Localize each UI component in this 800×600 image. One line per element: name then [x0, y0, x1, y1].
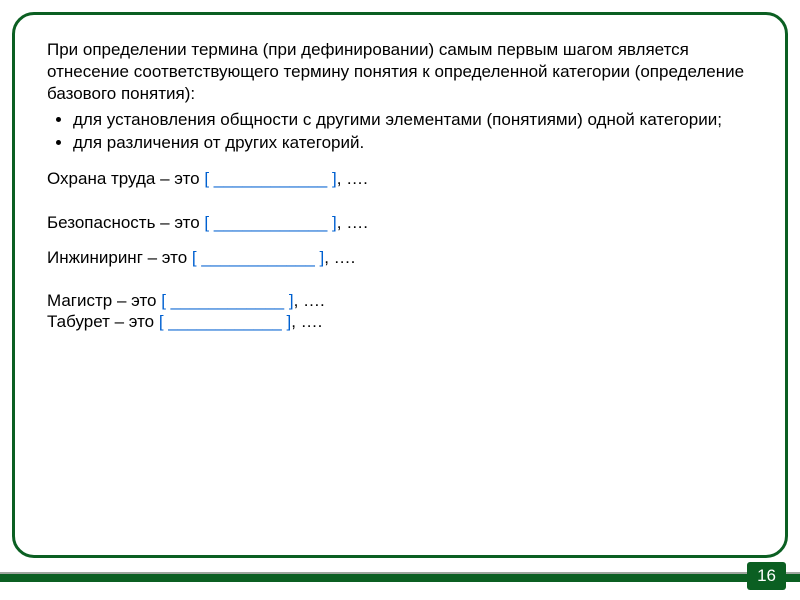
example-line-4: Магистр – это [ ____________ ], …. [47, 290, 357, 311]
example-line-3: Инжиниринг – это [ ____________ ], …. [47, 247, 753, 268]
bullet-item: для различения от других категорий. [73, 132, 753, 154]
example-label: Охрана труда – это [47, 169, 204, 188]
example-line-1: Охрана труда – это [ ____________ ], …. [47, 168, 753, 189]
example-line-5: Табурет – это [ ____________ ], …. [47, 311, 357, 332]
page-number: 16 [747, 562, 786, 590]
bullet-item: для установления общности с другими элем… [73, 109, 753, 131]
slide: При определении термина (при дефинирован… [0, 0, 800, 600]
example-label: Безопасность – это [47, 213, 204, 232]
footer-bar [0, 574, 800, 582]
example-tail: , …. [337, 213, 368, 232]
example-blank-bracket: [ ____________ ] [192, 248, 324, 267]
intro-paragraph: При определении термина (при дефинирован… [47, 39, 753, 105]
example-line-2: Безопасность – это [ ____________ ], …. [47, 212, 753, 233]
content-frame: При определении термина (при дефинирован… [12, 12, 788, 558]
example-label: Табурет – это [47, 312, 159, 331]
example-label: Магистр – это [47, 291, 161, 310]
example-tail: , …. [324, 248, 355, 267]
bullet-list: для установления общности с другими элем… [47, 109, 753, 154]
example-label: Инжиниринг – это [47, 248, 192, 267]
example-tail: , …. [294, 291, 325, 310]
example-blank-bracket: [ ____________ ] [204, 213, 336, 232]
example-blank-bracket: [ ____________ ] [204, 169, 336, 188]
example-blank-bracket: [ ____________ ] [159, 312, 291, 331]
example-blank-bracket: [ ____________ ] [161, 291, 293, 310]
example-tail: , …. [291, 312, 322, 331]
example-tail: , …. [337, 169, 368, 188]
